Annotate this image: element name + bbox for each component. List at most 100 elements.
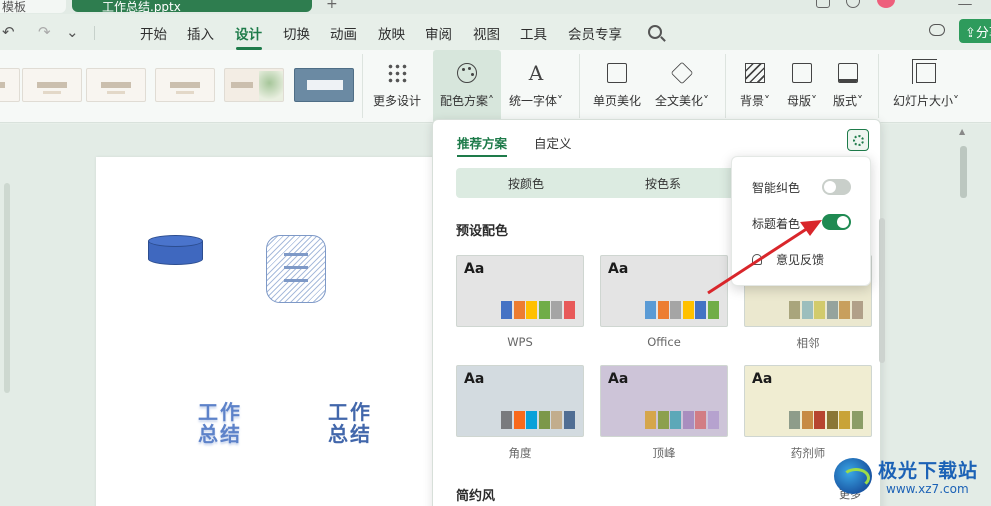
menu-animation[interactable]: 动画: [330, 23, 357, 43]
master-button[interactable]: 母版˅: [780, 50, 824, 123]
wordart-1-line-1: 工作: [198, 400, 242, 424]
card-sample-text: Aa: [464, 371, 485, 387]
filter-by-color[interactable]: 按颜色: [508, 175, 544, 192]
scroll-shape[interactable]: [266, 235, 326, 303]
feedback-link[interactable]: 意见反馈: [776, 251, 824, 268]
more-design-label: 更多设计: [372, 94, 421, 108]
design-template-thumb[interactable]: [0, 68, 20, 102]
window-icon[interactable]: [816, 0, 830, 8]
shield-icon[interactable]: [846, 0, 860, 8]
color-scheme-card-label: WPS: [507, 335, 533, 349]
color-swatch: [814, 301, 825, 319]
color-scheme-card[interactable]: Aa: [456, 255, 584, 327]
color-swatch: [526, 411, 537, 429]
card-sample-text: Aa: [464, 261, 485, 277]
wordart-title-2[interactable]: 工作 总结: [328, 401, 372, 445]
color-scheme-card-label: 角度: [508, 446, 532, 460]
quick-access-more-icon[interactable]: ⌄: [66, 23, 79, 41]
color-swatch: [513, 411, 525, 429]
undo-icon[interactable]: ↶: [2, 23, 15, 41]
color-swatch: [563, 411, 575, 429]
menu-transition[interactable]: 切换: [283, 23, 310, 43]
settings-popup: 智能纠色 标题着色 意见反馈: [731, 156, 871, 286]
full-beautify-button[interactable]: 全文美化˅: [648, 50, 716, 123]
tab-custom[interactable]: 自定义: [534, 133, 572, 152]
design-template-thumb[interactable]: [86, 68, 146, 102]
tab-recommended[interactable]: 推荐方案: [457, 133, 507, 152]
background-button[interactable]: 背景˅: [733, 50, 777, 123]
color-swatch: [707, 301, 719, 319]
color-swatch: [526, 301, 537, 319]
color-scheme-card[interactable]: Aa: [600, 255, 728, 327]
unify-font-button[interactable]: A 统一字体˅: [503, 50, 569, 123]
color-swatch: [682, 411, 694, 429]
watermark: 极光下载站 www.xz7.com: [830, 452, 990, 502]
menu-insert[interactable]: 插入: [187, 23, 214, 43]
feedback-icon: [752, 254, 762, 265]
color-swatch: [826, 301, 838, 319]
menu-view[interactable]: 视图: [473, 23, 500, 43]
menu-design[interactable]: 设计: [235, 23, 262, 43]
design-template-thumb[interactable]: [155, 68, 215, 102]
font-icon: A: [528, 61, 544, 85]
page-beautify-label: 单页美化: [592, 94, 641, 108]
redo-icon[interactable]: ↷: [38, 23, 51, 41]
thumbnail-scrollbar[interactable]: [4, 183, 10, 393]
more-design-button[interactable]: 更多设计: [370, 50, 424, 123]
full-beautify-label: 全文美化˅: [654, 94, 709, 108]
wordart-title-1[interactable]: 工作 总结: [198, 401, 242, 445]
unify-font-label: 统一字体˅: [508, 94, 563, 108]
color-scheme-button[interactable]: 配色方案˄: [433, 50, 501, 123]
palette-icon: [457, 63, 477, 83]
color-swatch: [563, 301, 575, 319]
menu-review[interactable]: 审阅: [425, 23, 452, 43]
color-scheme-card[interactable]: Aa: [456, 365, 584, 437]
card-sample-text: Aa: [608, 261, 629, 277]
color-scheme-card[interactable]: Aa: [600, 365, 728, 437]
avatar[interactable]: [877, 0, 895, 8]
tab-template[interactable]: 模板: [0, 0, 66, 13]
cylinder-shape[interactable]: [148, 235, 203, 269]
color-swatch: [851, 411, 863, 429]
menu-slideshow[interactable]: 放映: [378, 23, 405, 43]
new-tab-button[interactable]: +: [326, 0, 338, 12]
color-swatch: [789, 301, 800, 319]
menu-home[interactable]: 开始: [140, 23, 167, 43]
editor-scrollbar[interactable]: [960, 146, 967, 198]
color-scheme-card-label: Office: [647, 335, 681, 349]
card-sample-text: Aa: [752, 371, 773, 387]
layout-button[interactable]: 版式˅: [826, 50, 870, 123]
color-swatch: [501, 411, 512, 429]
color-swatch: [695, 301, 706, 319]
menu-member[interactable]: 会员专享: [568, 23, 622, 43]
settings-button[interactable]: [847, 129, 869, 151]
card-sample-text: Aa: [608, 371, 629, 387]
divider: [878, 54, 879, 118]
page-beautify-button[interactable]: 单页美化: [588, 50, 646, 123]
menu-tools[interactable]: 工具: [520, 23, 547, 43]
cube-icon: [670, 61, 694, 85]
smart-correct-toggle[interactable]: [822, 179, 851, 195]
search-icon[interactable]: [648, 25, 662, 39]
layout-icon: [838, 63, 858, 83]
wordart-2-line-2: 总结: [328, 422, 372, 446]
sparkle-page-icon: [607, 63, 627, 83]
site-logo-icon: [834, 458, 872, 494]
color-scheme-card[interactable]: Aa: [744, 365, 872, 437]
tab-document[interactable]: 工作总结.pptx ⌃: [72, 0, 312, 12]
design-template-thumb[interactable]: [22, 68, 82, 102]
design-template-thumb[interactable]: [224, 68, 284, 102]
color-swatch: [670, 411, 681, 429]
minimize-icon[interactable]: [958, 4, 972, 6]
filter-by-series[interactable]: 按色系: [645, 175, 681, 192]
share-button[interactable]: ⇪分享: [959, 19, 991, 43]
design-template-thumb[interactable]: [294, 68, 354, 102]
color-swatch: [682, 301, 694, 319]
title-color-toggle[interactable]: [822, 214, 851, 230]
panel-scrollbar[interactable]: [879, 218, 885, 363]
cloud-icon[interactable]: [929, 24, 945, 36]
color-swatch: [501, 301, 512, 319]
color-swatch: [551, 411, 562, 429]
slide-size-button[interactable]: 幻灯片大小˅: [886, 50, 966, 123]
scroll-up-icon[interactable]: ▲: [959, 127, 965, 136]
